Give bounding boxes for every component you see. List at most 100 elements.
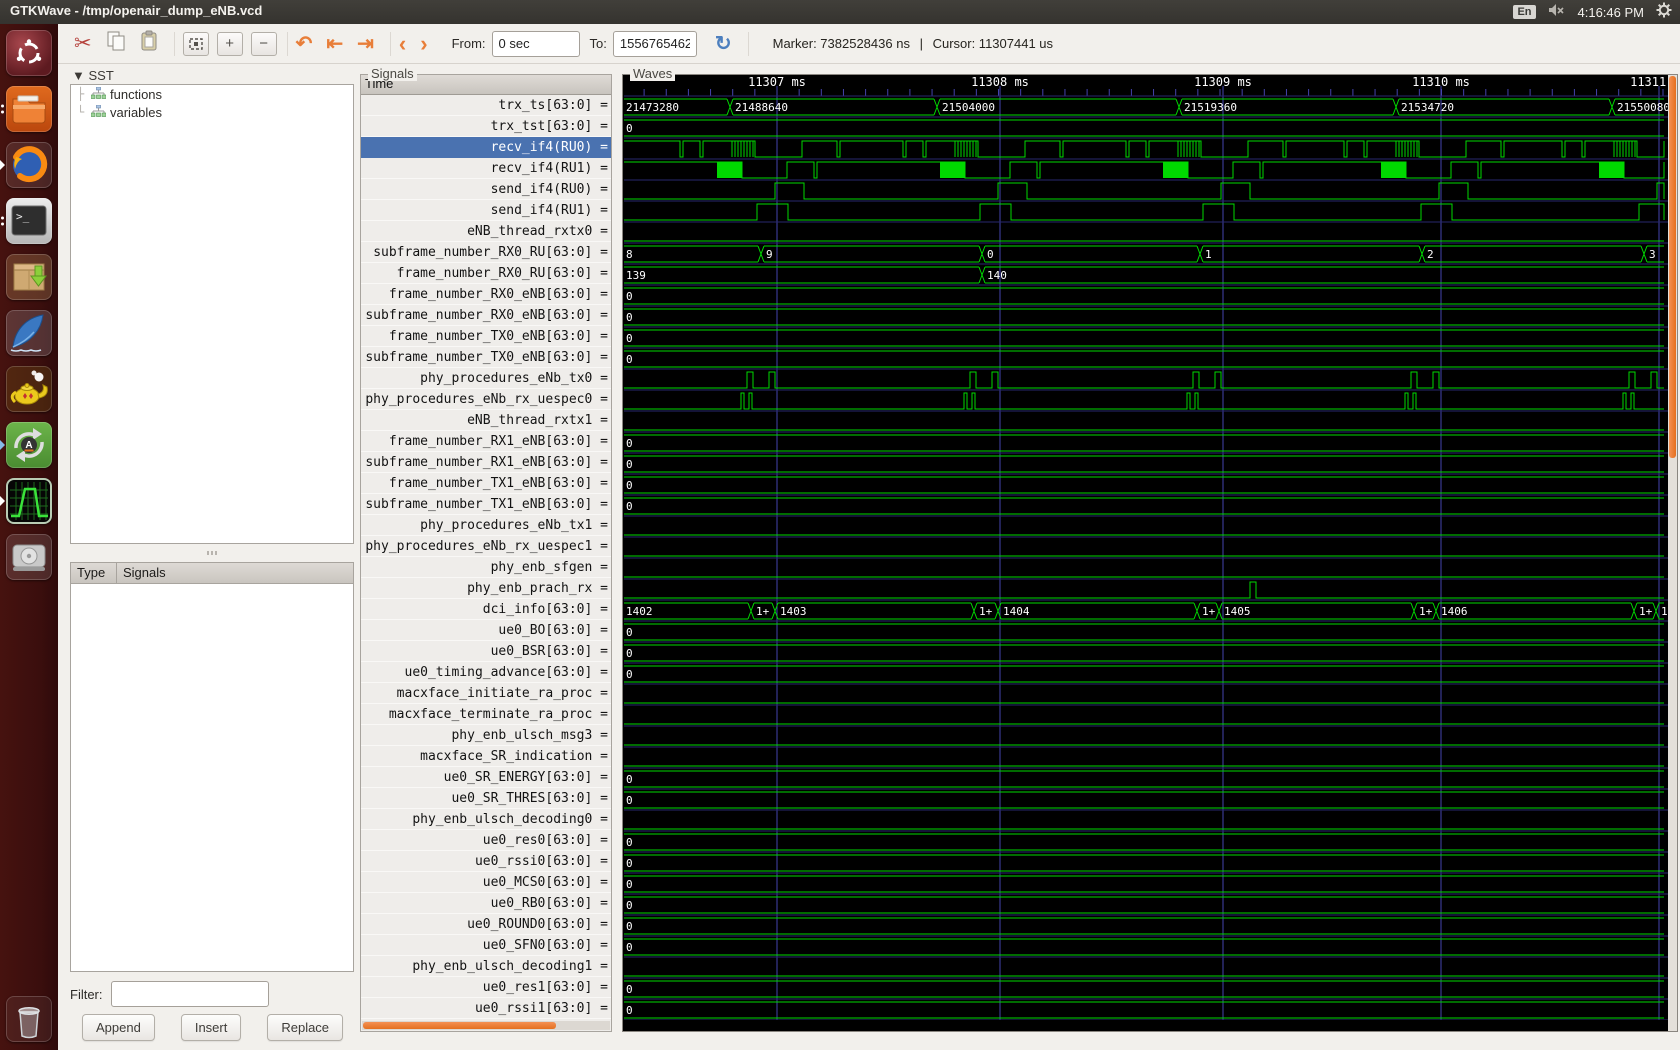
signal-row[interactable]: phy_enb_sfgen = <box>361 557 611 578</box>
launcher: >_ <box>0 24 58 1050</box>
to-input[interactable] <box>613 31 697 57</box>
signal-row[interactable]: phy_procedures_eNb_tx1 = <box>361 515 611 536</box>
signal-row[interactable]: recv_if4(RU0) = <box>361 137 611 158</box>
svg-text:1+: 1+ <box>756 605 770 618</box>
launcher-item-files[interactable] <box>6 86 52 132</box>
signal-row[interactable]: eNB_thread_rxtx1 = <box>361 410 611 431</box>
toolbar-separator <box>390 32 391 56</box>
signal-row[interactable]: send_if4(RU0) = <box>361 179 611 200</box>
svg-text:0: 0 <box>626 647 633 660</box>
copy-button[interactable] <box>106 30 126 57</box>
prev-edge-button[interactable]: ‹ <box>399 33 406 55</box>
signal-row[interactable]: phy_enb_ulsch_decoding1 = <box>361 956 611 977</box>
session-gear-icon[interactable] <box>1656 2 1672 23</box>
launcher-item-software-updater[interactable]: A <box>6 422 52 468</box>
launcher-item-lamp[interactable] <box>6 366 52 412</box>
scroll-thumb[interactable] <box>363 1022 556 1029</box>
sst-tree[interactable]: ├functions└variables <box>70 84 354 544</box>
signal-row[interactable]: dci_info[63:0] = <box>361 599 611 620</box>
signal-row[interactable]: phy_procedures_eNb_tx0 = <box>361 368 611 389</box>
pane-splitter[interactable] <box>70 548 354 558</box>
waves-vscrollbar[interactable] <box>1668 75 1677 1031</box>
signal-row[interactable]: eNB_thread_rxtx0 = <box>361 221 611 242</box>
signal-row[interactable]: macxface_SR_indication = <box>361 746 611 767</box>
launcher-item-wireshark[interactable] <box>6 310 52 356</box>
launcher-item-terminal[interactable]: >_ <box>6 198 52 244</box>
gtkwave-icon <box>6 478 52 524</box>
signal-row[interactable]: ue0_res1[63:0] = <box>361 977 611 998</box>
signal-row[interactable]: subframe_number_RX0_eNB[63:0] = <box>361 305 611 326</box>
signal-row[interactable]: phy_procedures_eNb_rx_uespec0 = <box>361 389 611 410</box>
scroll-thumb[interactable] <box>1669 76 1676 458</box>
launcher-item-disks[interactable] <box>6 534 52 580</box>
launcher-item-dash-home[interactable] <box>6 30 52 76</box>
signal-row[interactable]: frame_number_RX0_RU[63:0] = <box>361 263 611 284</box>
launcher-item-gtkwave[interactable] <box>6 478 52 524</box>
signal-row[interactable]: phy_enb_prach_rx = <box>361 578 611 599</box>
insert-button[interactable]: Insert <box>181 1014 242 1041</box>
signal-row[interactable]: trx_ts[63:0] = <box>361 95 611 116</box>
signal-row[interactable]: subframe_number_TX1_eNB[63:0] = <box>361 494 611 515</box>
tree-item-functions[interactable]: ├functions <box>71 85 353 103</box>
sst-expander[interactable]: ▼ SST <box>72 68 114 83</box>
signals-column-header[interactable]: Signals <box>117 563 166 583</box>
cut-button[interactable]: ✂ <box>74 33 92 54</box>
signals-hscrollbar[interactable] <box>362 1021 610 1030</box>
type-signals-header: Type Signals <box>70 562 354 584</box>
next-edge-button[interactable]: › <box>420 33 427 55</box>
svg-text:1+: 1+ <box>979 605 993 618</box>
signal-row[interactable]: frame_number_TX1_eNB[63:0] = <box>361 473 611 494</box>
volume-muted-icon[interactable] <box>1548 2 1566 23</box>
zoom-undo-button[interactable]: ↶ <box>296 34 313 54</box>
zoom-fit-button[interactable] <box>183 32 209 56</box>
tree-item-variables[interactable]: └variables <box>71 103 353 121</box>
signal-row[interactable]: macxface_terminate_ra_proc = <box>361 704 611 725</box>
signal-row[interactable]: ue0_RB0[63:0] = <box>361 893 611 914</box>
signal-row[interactable]: send_if4(RU1) = <box>361 200 611 221</box>
signal-row[interactable]: ue0_SR_THRES[63:0] = <box>361 788 611 809</box>
signal-row[interactable]: frame_number_TX0_eNB[63:0] = <box>361 326 611 347</box>
launcher-item-firefox[interactable] <box>6 142 52 188</box>
svg-text:0: 0 <box>626 122 633 135</box>
launcher-item-trash[interactable] <box>6 996 52 1042</box>
signal-row[interactable]: subframe_number_RX1_eNB[63:0] = <box>361 452 611 473</box>
zoom-to-start-button[interactable]: ⇤ <box>326 34 343 54</box>
sst-signal-list[interactable] <box>70 584 354 972</box>
signal-row[interactable]: phy_enb_ulsch_msg3 = <box>361 725 611 746</box>
paste-button[interactable] <box>140 30 158 57</box>
signal-row[interactable]: ue0_SFN0[63:0] = <box>361 935 611 956</box>
signal-row[interactable]: macxface_initiate_ra_proc = <box>361 683 611 704</box>
zoom-out-button[interactable]: − <box>251 32 277 56</box>
signal-row[interactable]: ue0_timing_advance[63:0] = <box>361 662 611 683</box>
waves-canvas[interactable]: 11307 ms11308 ms11309 ms11310 ms11311 ms… <box>624 76 1669 1020</box>
signal-row[interactable]: ue0_MCS0[63:0] = <box>361 872 611 893</box>
signal-row[interactable]: ue0_rssi1[63:0] = <box>361 998 611 1019</box>
from-input[interactable] <box>492 31 580 57</box>
clock[interactable]: 4:16:46 PM <box>1578 5 1645 20</box>
signal-row[interactable]: trx_tst[63:0] = <box>361 116 611 137</box>
toolbar-separator <box>748 32 749 56</box>
launcher-item-package-installer[interactable] <box>6 254 52 300</box>
signal-row[interactable]: frame_number_RX1_eNB[63:0] = <box>361 431 611 452</box>
type-column-header[interactable]: Type <box>71 563 117 583</box>
signal-row[interactable]: ue0_rssi0[63:0] = <box>361 851 611 872</box>
keyboard-indicator[interactable]: En <box>1513 5 1535 19</box>
signal-row[interactable]: ue0_BSR[63:0] = <box>361 641 611 662</box>
zoom-in-button[interactable]: + <box>217 32 243 56</box>
signal-row[interactable]: recv_if4(RU1) = <box>361 158 611 179</box>
signal-row[interactable]: subframe_number_TX0_eNB[63:0] = <box>361 347 611 368</box>
signal-row[interactable]: ue0_ROUND0[63:0] = <box>361 914 611 935</box>
signal-row[interactable]: phy_enb_ulsch_decoding0 = <box>361 809 611 830</box>
signal-row[interactable]: phy_procedures_eNb_rx_uespec1 = <box>361 536 611 557</box>
signal-row[interactable]: ue0_res0[63:0] = <box>361 830 611 851</box>
signal-row[interactable]: frame_number_RX0_eNB[63:0] = <box>361 284 611 305</box>
zoom-to-end-button[interactable]: ⇥ <box>357 34 374 54</box>
replace-button[interactable]: Replace <box>267 1014 343 1041</box>
signal-row[interactable]: subframe_number_RX0_RU[63:0] = <box>361 242 611 263</box>
svg-text:21534720: 21534720 <box>1401 101 1454 114</box>
signal-row[interactable]: ue0_SR_ENERGY[63:0] = <box>361 767 611 788</box>
filter-input[interactable] <box>111 981 269 1007</box>
append-button[interactable]: Append <box>82 1014 155 1041</box>
signal-row[interactable]: ue0_BO[63:0] = <box>361 620 611 641</box>
reload-button[interactable]: ↻ <box>715 34 732 54</box>
